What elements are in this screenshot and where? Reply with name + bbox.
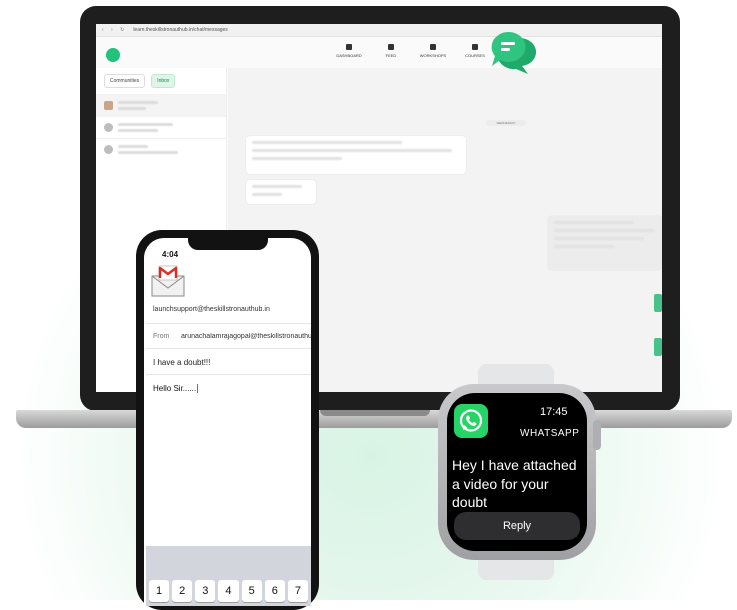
keyboard-toolbar — [146, 546, 311, 576]
keyboard-number-row: 1 2 3 4 5 6 7 — [146, 576, 311, 606]
tab-inbox[interactable]: Inbox — [151, 74, 176, 88]
divider — [146, 374, 311, 375]
key-3[interactable]: 3 — [195, 580, 216, 602]
watch-time: 17:45 — [540, 406, 568, 418]
browser-url-bar[interactable]: ‹ › ↻ learn.theskillstronauthub.in/chat/… — [96, 24, 662, 37]
conversation-item[interactable] — [96, 138, 226, 160]
key-4[interactable]: 4 — [218, 580, 239, 602]
browser-url[interactable]: learn.theskillstronauthub.in/chat/messag… — [133, 27, 228, 33]
email-body-text: Hello Sir...... — [153, 384, 197, 393]
tab-communities[interactable]: Communities — [104, 74, 146, 88]
avatar — [104, 145, 113, 154]
top-navigation: DASHBOARD FEED WORKSHOPS COURSES — [328, 44, 496, 58]
nav-dashboard[interactable]: DASHBOARD — [328, 44, 370, 58]
whatsapp-icon[interactable] — [454, 404, 488, 438]
email-subject-field[interactable]: I have a doubt!!! — [153, 358, 210, 367]
conversation-item[interactable] — [96, 94, 226, 116]
key-2[interactable]: 2 — [172, 580, 193, 602]
divider — [146, 323, 311, 324]
laptop-hinge-notch — [320, 410, 430, 416]
date-chip: WEDNESDAY — [486, 120, 526, 126]
workshops-icon — [430, 44, 436, 50]
text-cursor — [197, 384, 199, 394]
watch-message: Hey I have attached a video for your dou… — [452, 457, 577, 510]
message-bubble — [246, 180, 316, 204]
gmail-envelope-icon[interactable] — [150, 264, 186, 298]
app-logo[interactable] — [106, 48, 120, 62]
message-bubble — [548, 216, 662, 270]
email-to-field[interactable]: launchsupport@theskillstronauthub.in — [153, 306, 270, 313]
watch-app-name: WHATSAPP — [520, 428, 580, 439]
phone-status-time: 4:04 — [162, 250, 179, 259]
message-bubble — [246, 136, 466, 174]
chat-app-icon — [491, 31, 537, 74]
key-7[interactable]: 7 — [287, 580, 308, 602]
side-action-button[interactable] — [654, 338, 662, 356]
reply-button[interactable]: Reply — [454, 512, 580, 540]
side-action-button[interactable] — [654, 294, 662, 312]
key-6[interactable]: 6 — [264, 580, 285, 602]
avatar — [104, 101, 113, 110]
key-1[interactable]: 1 — [149, 580, 170, 602]
email-from-label: From — [153, 333, 170, 340]
nav-feed[interactable]: FEED — [370, 44, 412, 58]
avatar — [104, 123, 113, 132]
browser-nav-icons[interactable]: ‹ › ↻ — [102, 27, 127, 33]
key-5[interactable]: 5 — [241, 580, 262, 602]
conversation-item[interactable] — [96, 116, 226, 138]
email-body-field[interactable]: Hello Sir...... — [153, 384, 199, 394]
courses-icon — [472, 44, 478, 50]
nav-workshops[interactable]: WORKSHOPS — [412, 44, 454, 58]
dashboard-icon — [346, 44, 352, 50]
divider — [146, 348, 311, 349]
phone-notch — [188, 236, 268, 250]
email-from-field[interactable]: arunachalamrajagopal@theskillstronauthub… — [181, 333, 311, 340]
watch-crown[interactable] — [593, 420, 601, 450]
feed-icon — [388, 44, 394, 50]
